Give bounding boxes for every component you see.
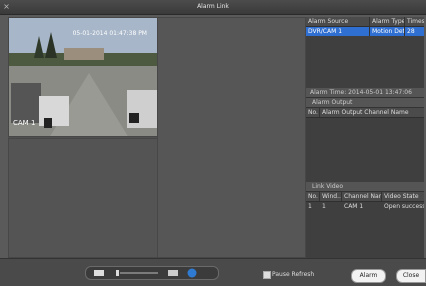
col-output-channel[interactable]: Alarm Output Channel Name	[320, 108, 424, 117]
link-video-title: Link Video	[306, 182, 424, 192]
alarm-source-cell: DVR/CAM 1	[306, 27, 370, 36]
video-cell-1[interactable]: 05-01-2014 01:47:38 PM CAM 1	[8, 17, 158, 137]
pause-refresh-checkbox[interactable]	[263, 271, 271, 279]
lv-channel-cell: CAM 1	[344, 203, 364, 210]
col-lv-window[interactable]: Wind..	[320, 192, 342, 201]
col-alarm-type[interactable]: Alarm Type	[370, 17, 405, 26]
alarm-table-header: Alarm Source Alarm Type Times	[306, 17, 424, 27]
col-alarm-source[interactable]: Alarm Source	[306, 17, 370, 26]
col-lv-state[interactable]: Video State	[382, 192, 424, 201]
link-video-header: No. Wind.. Channel Name Video State	[306, 192, 424, 202]
alarm-panel: Alarm Source Alarm Type Times DVR/CAM 1 …	[306, 17, 424, 258]
window-title: Alarm Link	[197, 3, 229, 10]
lv-no-cell: 1	[308, 203, 312, 210]
video-cell-3[interactable]	[8, 138, 158, 258]
col-lv-channel[interactable]: Channel Name	[342, 192, 382, 201]
col-lv-no[interactable]: No.	[306, 192, 320, 201]
bottom-toolbar: Pause Refresh Alarm Close Video	[0, 258, 426, 286]
title-bar: × Alarm Link	[0, 0, 426, 15]
alarm-output-header: No. Alarm Output Channel Name	[306, 108, 424, 118]
slider-handle-icon	[116, 270, 119, 276]
osd-timestamp: 05-01-2014 01:47:38 PM	[72, 30, 147, 37]
alarm-table-empty	[306, 36, 424, 88]
playback-controls	[85, 266, 219, 280]
alarm-time: Alarm Time: 2014-05-01 13:47:06	[306, 88, 424, 98]
pause-refresh-label: Pause Refresh	[272, 271, 315, 278]
lv-state-cell: Open success	[384, 203, 424, 210]
alarm-output-empty	[306, 118, 424, 182]
video-grid: 05-01-2014 01:47:38 PM CAM 1	[8, 17, 306, 258]
alarm-type-cell: Motion Det...	[372, 27, 405, 36]
alarm-button[interactable]: Alarm	[351, 269, 386, 283]
alarm-output-title: Alarm Output	[306, 98, 424, 108]
fisheye-icon	[187, 268, 197, 278]
layout-icon	[94, 270, 104, 276]
col-no[interactable]: No.	[306, 108, 320, 117]
link-video-row[interactable]: 1 1 CAM 1 Open success	[306, 202, 424, 211]
grid-icon	[168, 270, 178, 276]
close-video-button[interactable]: Close Video	[396, 269, 426, 283]
control-icons	[94, 268, 197, 278]
lv-window-cell: 1	[322, 203, 326, 210]
camera-label: CAM 1	[13, 119, 36, 127]
alarm-times-cell: 28	[407, 28, 415, 35]
alarm-row[interactable]: DVR/CAM 1 Motion Det... 28	[306, 27, 424, 36]
col-times[interactable]: Times	[405, 17, 424, 26]
video-cell-2[interactable]	[157, 17, 306, 258]
